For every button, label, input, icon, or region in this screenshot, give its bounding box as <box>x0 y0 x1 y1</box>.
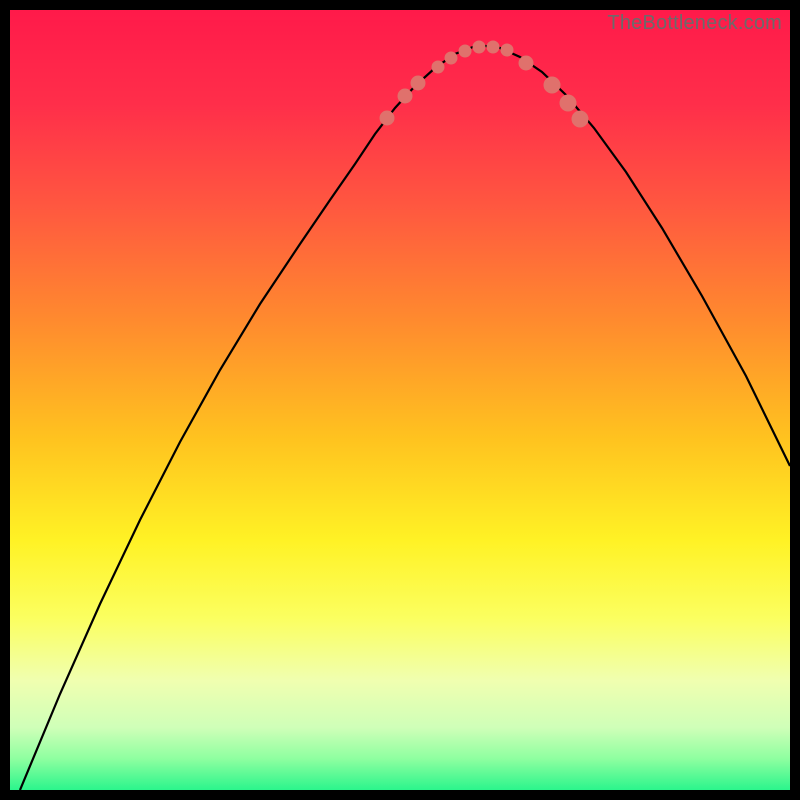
highlight-marker <box>572 111 588 127</box>
chart-frame: TheBottleneck.com <box>10 10 790 790</box>
left-curve <box>20 45 478 790</box>
highlight-marker <box>459 45 471 57</box>
highlight-marker <box>398 89 412 103</box>
marker-group <box>380 41 588 127</box>
highlight-marker <box>560 95 576 111</box>
highlight-marker <box>501 44 513 56</box>
highlight-marker <box>519 56 533 70</box>
watermark-text: TheBottleneck.com <box>607 12 782 35</box>
highlight-marker <box>487 41 499 53</box>
highlight-marker <box>473 41 485 53</box>
highlight-marker <box>432 61 444 73</box>
highlight-marker <box>445 52 457 64</box>
highlight-marker <box>380 111 394 125</box>
right-curve <box>478 45 790 466</box>
highlight-marker <box>411 76 425 90</box>
plot-svg <box>10 10 790 790</box>
highlight-marker <box>544 77 560 93</box>
